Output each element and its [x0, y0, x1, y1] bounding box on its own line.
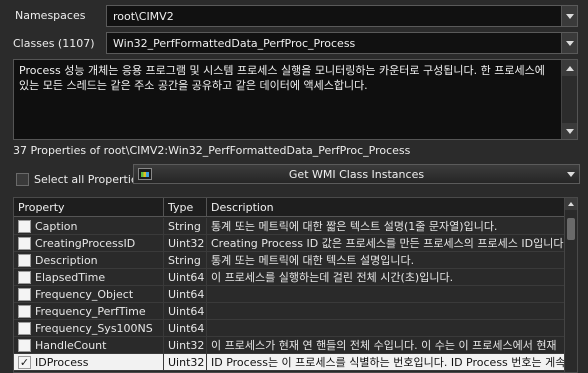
chevron-up-icon — [568, 202, 574, 206]
property-cell: Frequency_Sys100NS — [14, 319, 164, 337]
scroll-down-button[interactable] — [562, 123, 577, 139]
checkmark-icon: ✓ — [19, 355, 30, 369]
table-row[interactable]: HandleCount Uint32 이 프로세스가 현재 연 핸들의 전체 수입니… — [14, 336, 564, 354]
property-cell: HandleCount — [14, 336, 164, 354]
property-checkbox[interactable]: ✓ — [18, 355, 31, 369]
property-type: Uint32 — [164, 234, 207, 252]
property-type: String — [164, 251, 207, 269]
property-checkbox[interactable] — [18, 219, 31, 233]
property-description: 이 프로세스가 현재 연 핸들의 전체 수입니다. 이 수는 이 프로세스에서 … — [211, 338, 557, 352]
column-header-description[interactable]: Description — [207, 198, 577, 217]
chevron-down-icon — [565, 13, 574, 19]
namespaces-dropdown-button[interactable] — [561, 6, 577, 26]
property-name: Caption — [35, 219, 78, 233]
property-name: Frequency_Object — [35, 287, 134, 301]
property-type: Uint64 — [164, 302, 207, 320]
table-row[interactable]: Frequency_Object Uint64 — [14, 285, 564, 303]
property-description — [207, 320, 564, 337]
select-all-label: Select all Properties — [34, 173, 144, 186]
property-type: Uint64 — [164, 268, 207, 286]
chevron-down-icon — [567, 172, 575, 177]
classes-combo[interactable]: Win32_PerfFormattedData_PerfProc_Process — [106, 32, 578, 54]
property-checkbox[interactable] — [18, 253, 31, 267]
property-name: HandleCount — [35, 338, 107, 352]
table-row[interactable]: Description String 통계 또는 메트릭에 대한 텍스트 설명입니다… — [14, 251, 564, 269]
get-wmi-class-instances-label: Get WMI Class Instances — [288, 167, 425, 181]
property-name: Description — [35, 253, 98, 267]
property-name: Frequency_Sys100NS — [35, 321, 153, 335]
chevron-down-icon — [565, 40, 574, 46]
column-header-property[interactable]: Property — [14, 198, 164, 217]
table-row[interactable]: ElapsedTime Uint64 이 프로세스를 실행하는데 걸린 전체 시간(… — [14, 268, 564, 286]
class-description-box[interactable]: Process 성능 개체는 응용 프로그램 및 시스템 프로세스 실행을 모니… — [13, 59, 578, 140]
select-all-checkbox[interactable] — [16, 173, 29, 186]
property-type: Uint32 — [164, 353, 207, 371]
property-cell: CreatingProcessID — [14, 234, 164, 252]
scroll-up-button[interactable] — [562, 60, 577, 76]
property-type: Uint32 — [164, 336, 207, 354]
property-checkbox[interactable] — [18, 287, 31, 301]
classes-dropdown-button[interactable] — [561, 33, 577, 53]
grid-scrollbar[interactable] — [564, 198, 577, 372]
grid-scroll-thumb[interactable] — [567, 218, 575, 240]
namespaces-combo[interactable]: root\CIMV2 — [106, 5, 578, 27]
property-cell: Description — [14, 251, 164, 269]
property-description: 통계 또는 메트릭에 대한 텍스트 설명입니다. — [211, 253, 415, 267]
property-cell: ElapsedTime — [14, 268, 164, 286]
table-row[interactable]: Frequency_Sys100NS Uint64 — [14, 319, 564, 337]
property-description: 통계 또는 메트릭에 대한 짧은 텍스트 설명(1줄 문자열)입니다. — [211, 219, 498, 233]
property-cell: ✓ IDProcess — [14, 353, 164, 371]
grid-scroll-up-button[interactable] — [565, 198, 577, 210]
description-scrollbar[interactable] — [561, 60, 577, 139]
property-cell: Frequency_PerfTime — [14, 302, 164, 320]
property-checkbox[interactable] — [18, 321, 31, 335]
property-cell: Caption — [14, 217, 164, 235]
property-description — [207, 286, 564, 303]
property-checkbox[interactable] — [18, 270, 31, 284]
property-name: Frequency_PerfTime — [35, 304, 146, 318]
namespaces-label: Namespaces — [15, 9, 86, 22]
class-description-text: Process 성능 개체는 응용 프로그램 및 시스템 프로세스 실행을 모니… — [19, 64, 545, 92]
properties-header: 37 Properties of root\CIMV2:Win32_PerfFo… — [13, 144, 411, 157]
properties-grid[interactable]: Property Type Description Caption String 통… — [13, 197, 578, 373]
grid-header: Property Type Description — [14, 198, 577, 217]
table-row[interactable]: Caption String 통계 또는 메트릭에 대한 짧은 텍스트 설명(1줄 … — [14, 217, 564, 235]
table-row[interactable]: CreatingProcessID Uint32 Creating Process … — [14, 234, 564, 252]
property-description: 이 프로세스를 실행하는데 걸린 전체 시간(초)입니다. — [211, 270, 454, 284]
chevron-down-icon — [565, 128, 574, 134]
property-cell: Frequency_Object — [14, 285, 164, 303]
classes-label: Classes (1107) — [13, 37, 95, 50]
property-checkbox[interactable] — [18, 304, 31, 318]
property-name: IDProcess — [35, 355, 89, 369]
column-header-type[interactable]: Type — [164, 198, 207, 217]
table-row[interactable]: ✓ IDProcess Uint32 ID Process는 이 프로세스를 식별하는… — [14, 353, 564, 371]
property-name: ElapsedTime — [35, 270, 106, 284]
property-type: String — [164, 217, 207, 235]
chevron-up-icon — [565, 65, 574, 71]
namespaces-value: root\CIMV2 — [113, 9, 174, 23]
property-description: ID Process는 이 프로세스를 식별하는 번호입니다. ID Proce… — [211, 355, 564, 369]
property-name: CreatingProcessID — [35, 236, 136, 250]
property-checkbox[interactable] — [18, 338, 31, 352]
table-row[interactable]: Frequency_PerfTime Uint64 — [14, 302, 564, 320]
property-description: Creating Process ID 값은 프로세스를 만든 프로세스의 프로… — [211, 236, 564, 250]
select-all-checkbox-row[interactable]: Select all Properties — [16, 173, 143, 186]
property-type: Uint64 — [164, 285, 207, 303]
property-type: Uint64 — [164, 319, 207, 337]
property-checkbox[interactable] — [18, 236, 31, 250]
wmi-instances-icon — [138, 168, 152, 180]
classes-value: Win32_PerfFormattedData_PerfProc_Process — [113, 36, 356, 50]
get-wmi-class-instances-button[interactable]: Get WMI Class Instances — [133, 164, 580, 184]
property-description — [207, 303, 564, 320]
